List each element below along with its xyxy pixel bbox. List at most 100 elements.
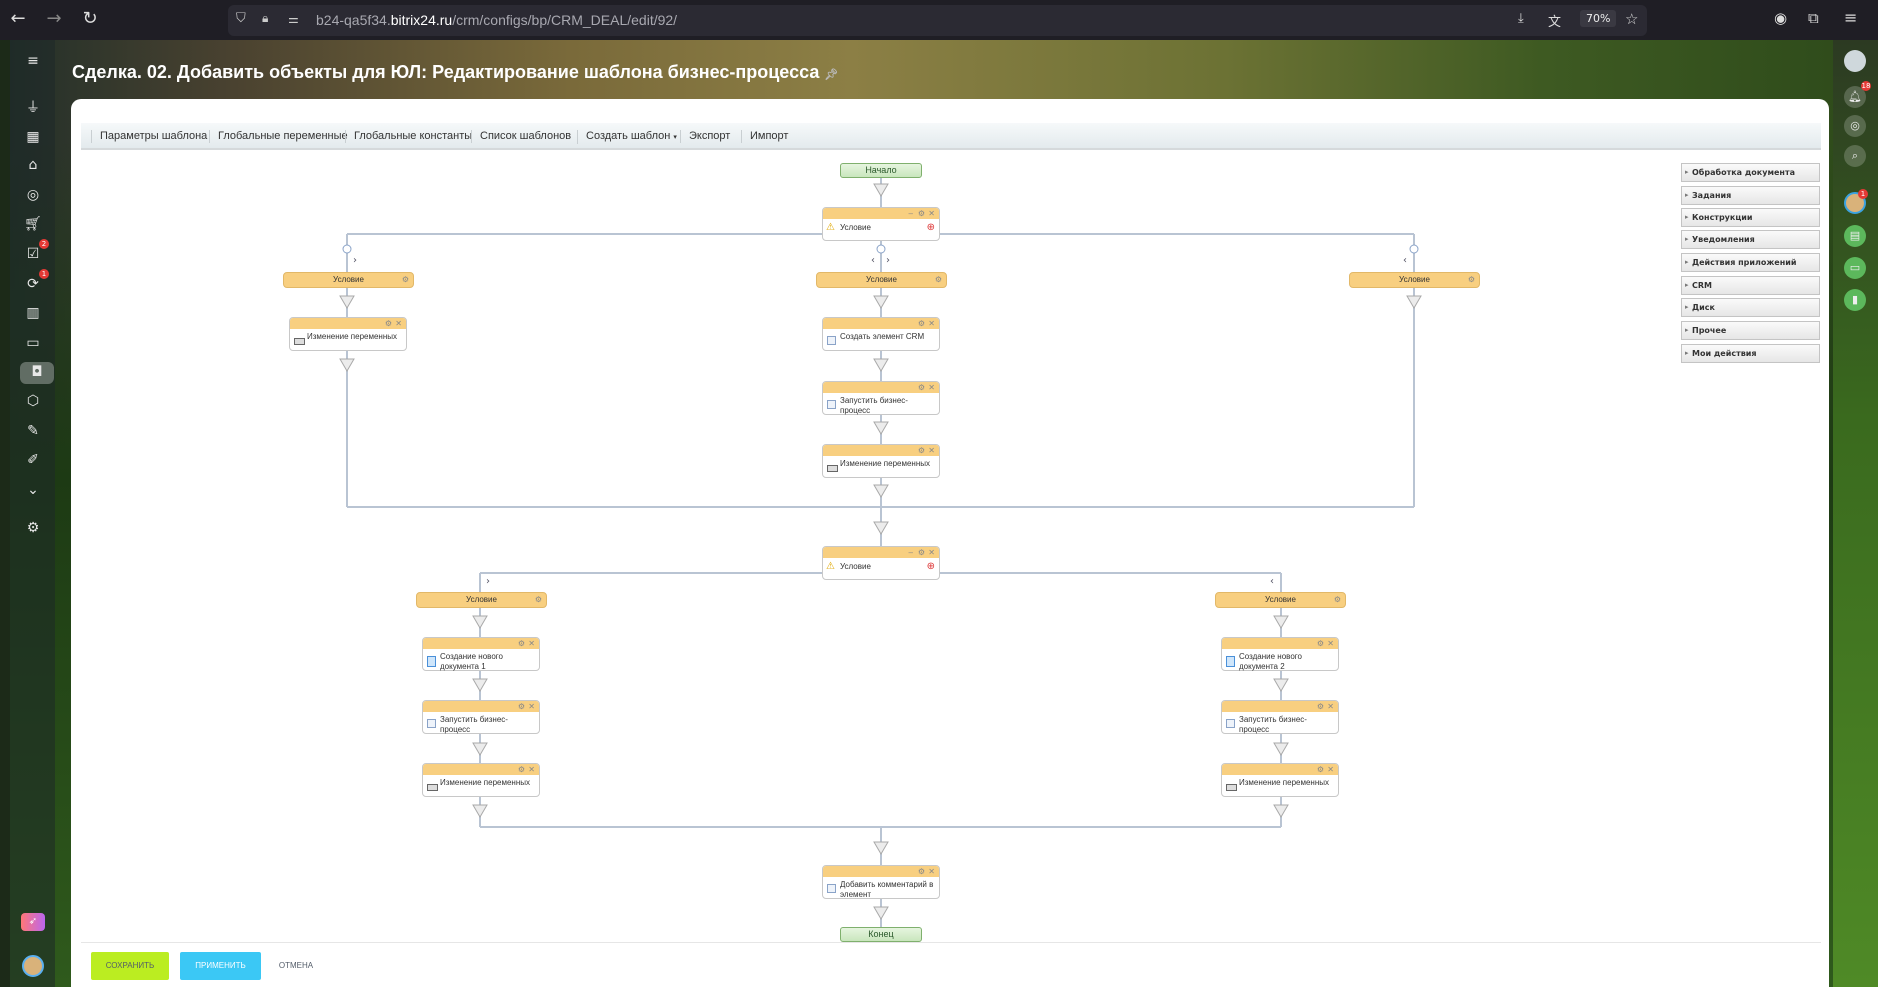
close-icon[interactable]: ✕: [928, 318, 935, 329]
branch-condition[interactable]: Условие ⚙: [1215, 592, 1346, 608]
activity-block[interactable]: ⚙ ✕ Запустить бизнес-процесс: [1221, 700, 1339, 734]
palette-other[interactable]: Прочее: [1681, 321, 1820, 340]
palette-disk[interactable]: Диск: [1681, 298, 1820, 317]
activity-block[interactable]: ⚙ ✕ Изменение переменных: [289, 317, 407, 351]
gear-icon[interactable]: ⚙: [385, 318, 392, 329]
gear-icon[interactable]: ⚙: [518, 638, 525, 649]
block-label: Условие: [840, 562, 871, 571]
variables-icon: [294, 338, 305, 345]
diagram-connectors: › ‹ › ‹ › ‹: [339, 177, 1422, 927]
cancel-button[interactable]: ОТМЕНА: [271, 952, 321, 980]
gear-icon[interactable]: ⚙: [918, 866, 925, 877]
activity-block[interactable]: ⚙ ✕ Создать элемент CRM: [822, 317, 940, 351]
palette-my-actions[interactable]: Мои действия: [1681, 344, 1820, 363]
branch-condition[interactable]: Условие ⚙: [816, 272, 947, 288]
activity-icon: [427, 719, 436, 728]
gear-icon[interactable]: ⚙: [518, 764, 525, 775]
svg-text:‹: ‹: [1270, 576, 1274, 587]
notifications-badge: 18: [1861, 81, 1871, 91]
gear-icon[interactable]: ⚙: [1468, 273, 1475, 287]
condition-warning-icon: ⚠: [826, 561, 835, 572]
apply-button[interactable]: ПРИМЕНИТЬ: [180, 952, 261, 980]
palette-app-actions[interactable]: Действия приложений: [1681, 253, 1820, 272]
activity-block[interactable]: ⚙ ✕ Добавить комментарий в элемент: [822, 865, 940, 899]
activity-icon: [827, 336, 836, 345]
news-icon[interactable]: ▤: [1844, 225, 1866, 247]
condition-block-2[interactable]: – ⚙ ✕ ⚠ Условие ⊕: [822, 546, 940, 580]
gear-icon[interactable]: ⚙: [918, 318, 925, 329]
chat-icon[interactable]: ▭: [1844, 257, 1866, 279]
variables-icon: [427, 784, 438, 791]
activity-block[interactable]: ⚙ ✕ Создание нового документа 1: [422, 637, 540, 671]
close-icon[interactable]: ✕: [395, 318, 402, 329]
gear-icon[interactable]: ⚙: [1317, 701, 1324, 712]
close-icon[interactable]: ✕: [928, 866, 935, 877]
gear-icon[interactable]: ⚙: [1334, 593, 1341, 607]
openlines-icon[interactable]: ◎: [1844, 115, 1866, 137]
user-avatar-top[interactable]: [1844, 50, 1866, 72]
close-icon[interactable]: ✕: [1327, 638, 1334, 649]
flow-arrow-icon: [472, 804, 488, 818]
activity-icon: [827, 884, 836, 893]
activity-block[interactable]: ⚙ ✕ Создание нового документа 2: [1221, 637, 1339, 671]
activity-block[interactable]: ⚙ ✕ Изменение переменных: [422, 763, 540, 797]
palette-crm[interactable]: CRM: [1681, 276, 1820, 295]
activity-block[interactable]: ⚙ ✕ Изменение переменных: [1221, 763, 1339, 797]
branch-label: Условие: [1265, 595, 1296, 604]
minimize-icon[interactable]: –: [909, 208, 913, 219]
add-branch-icon[interactable]: ⊕: [927, 222, 935, 233]
branch-condition[interactable]: Условие ⚙: [1349, 272, 1480, 288]
flow-arrow-icon: [873, 484, 889, 498]
close-icon[interactable]: ✕: [1327, 701, 1334, 712]
close-icon[interactable]: ✕: [528, 701, 535, 712]
close-icon[interactable]: ✕: [928, 445, 935, 456]
gear-icon[interactable]: ⚙: [518, 701, 525, 712]
gear-icon[interactable]: ⚙: [918, 382, 925, 393]
gear-icon[interactable]: ⚙: [1317, 764, 1324, 775]
block-label: Добавить комментарий в элемент: [840, 880, 934, 899]
start-node[interactable]: Начало: [840, 163, 922, 178]
close-icon[interactable]: ✕: [928, 547, 935, 558]
block-label: Изменение переменных: [840, 459, 931, 468]
palette-notifications[interactable]: Уведомления: [1681, 230, 1820, 249]
gear-icon[interactable]: ⚙: [402, 273, 409, 287]
flow-arrow-icon: [1406, 295, 1422, 309]
palette-constructions[interactable]: Конструкции: [1681, 208, 1820, 227]
gear-icon[interactable]: ⚙: [918, 547, 925, 558]
close-icon[interactable]: ✕: [528, 638, 535, 649]
save-button[interactable]: СОХРАНИТЬ: [91, 952, 169, 980]
palette-document-processing[interactable]: Обработка документа: [1681, 163, 1820, 182]
gear-icon[interactable]: ⚙: [1317, 638, 1324, 649]
activity-block[interactable]: ⚙ ✕ Запустить бизнес-процесс: [822, 381, 940, 415]
variables-icon: [827, 465, 838, 472]
activity-block[interactable]: ⚙ ✕ Изменение переменных: [822, 444, 940, 478]
end-node[interactable]: Конец: [840, 927, 922, 942]
branch-condition[interactable]: Условие ⚙: [283, 272, 414, 288]
document-icon: [1226, 656, 1235, 667]
flow-arrow-icon: [1273, 804, 1289, 818]
add-branch-icon[interactable]: ⊕: [927, 561, 935, 572]
close-icon[interactable]: ✕: [1327, 764, 1334, 775]
condition-block-1[interactable]: – ⚙ ✕ ⚠ Условие ⊕: [822, 207, 940, 241]
block-label: Запустить бизнес-процесс: [440, 715, 508, 734]
close-icon[interactable]: ✕: [928, 382, 935, 393]
activity-block[interactable]: ⚙ ✕ Запустить бизнес-процесс: [422, 700, 540, 734]
contact-avatar[interactable]: 1: [1844, 189, 1868, 214]
gear-icon[interactable]: ⚙: [918, 445, 925, 456]
flow-arrow-icon: [873, 295, 889, 309]
flow-arrow-icon: [339, 295, 355, 309]
close-icon[interactable]: ✕: [928, 208, 935, 219]
flow-arrow-icon: [873, 183, 889, 197]
document-icon: [427, 656, 436, 667]
gear-icon[interactable]: ⚙: [535, 593, 542, 607]
branch-condition[interactable]: Условие ⚙: [416, 592, 547, 608]
bell-icon[interactable]: 🔔︎ 18: [1844, 81, 1871, 108]
search-chat-icon[interactable]: ⌕: [1844, 145, 1866, 167]
close-icon[interactable]: ✕: [528, 764, 535, 775]
gear-icon[interactable]: ⚙: [935, 273, 942, 287]
bookmark-icon[interactable]: ▮: [1844, 289, 1866, 311]
gear-icon[interactable]: ⚙: [918, 208, 925, 219]
minimize-icon[interactable]: –: [909, 547, 913, 558]
flow-arrow-icon: [1273, 678, 1289, 692]
palette-tasks[interactable]: Задания: [1681, 186, 1820, 205]
